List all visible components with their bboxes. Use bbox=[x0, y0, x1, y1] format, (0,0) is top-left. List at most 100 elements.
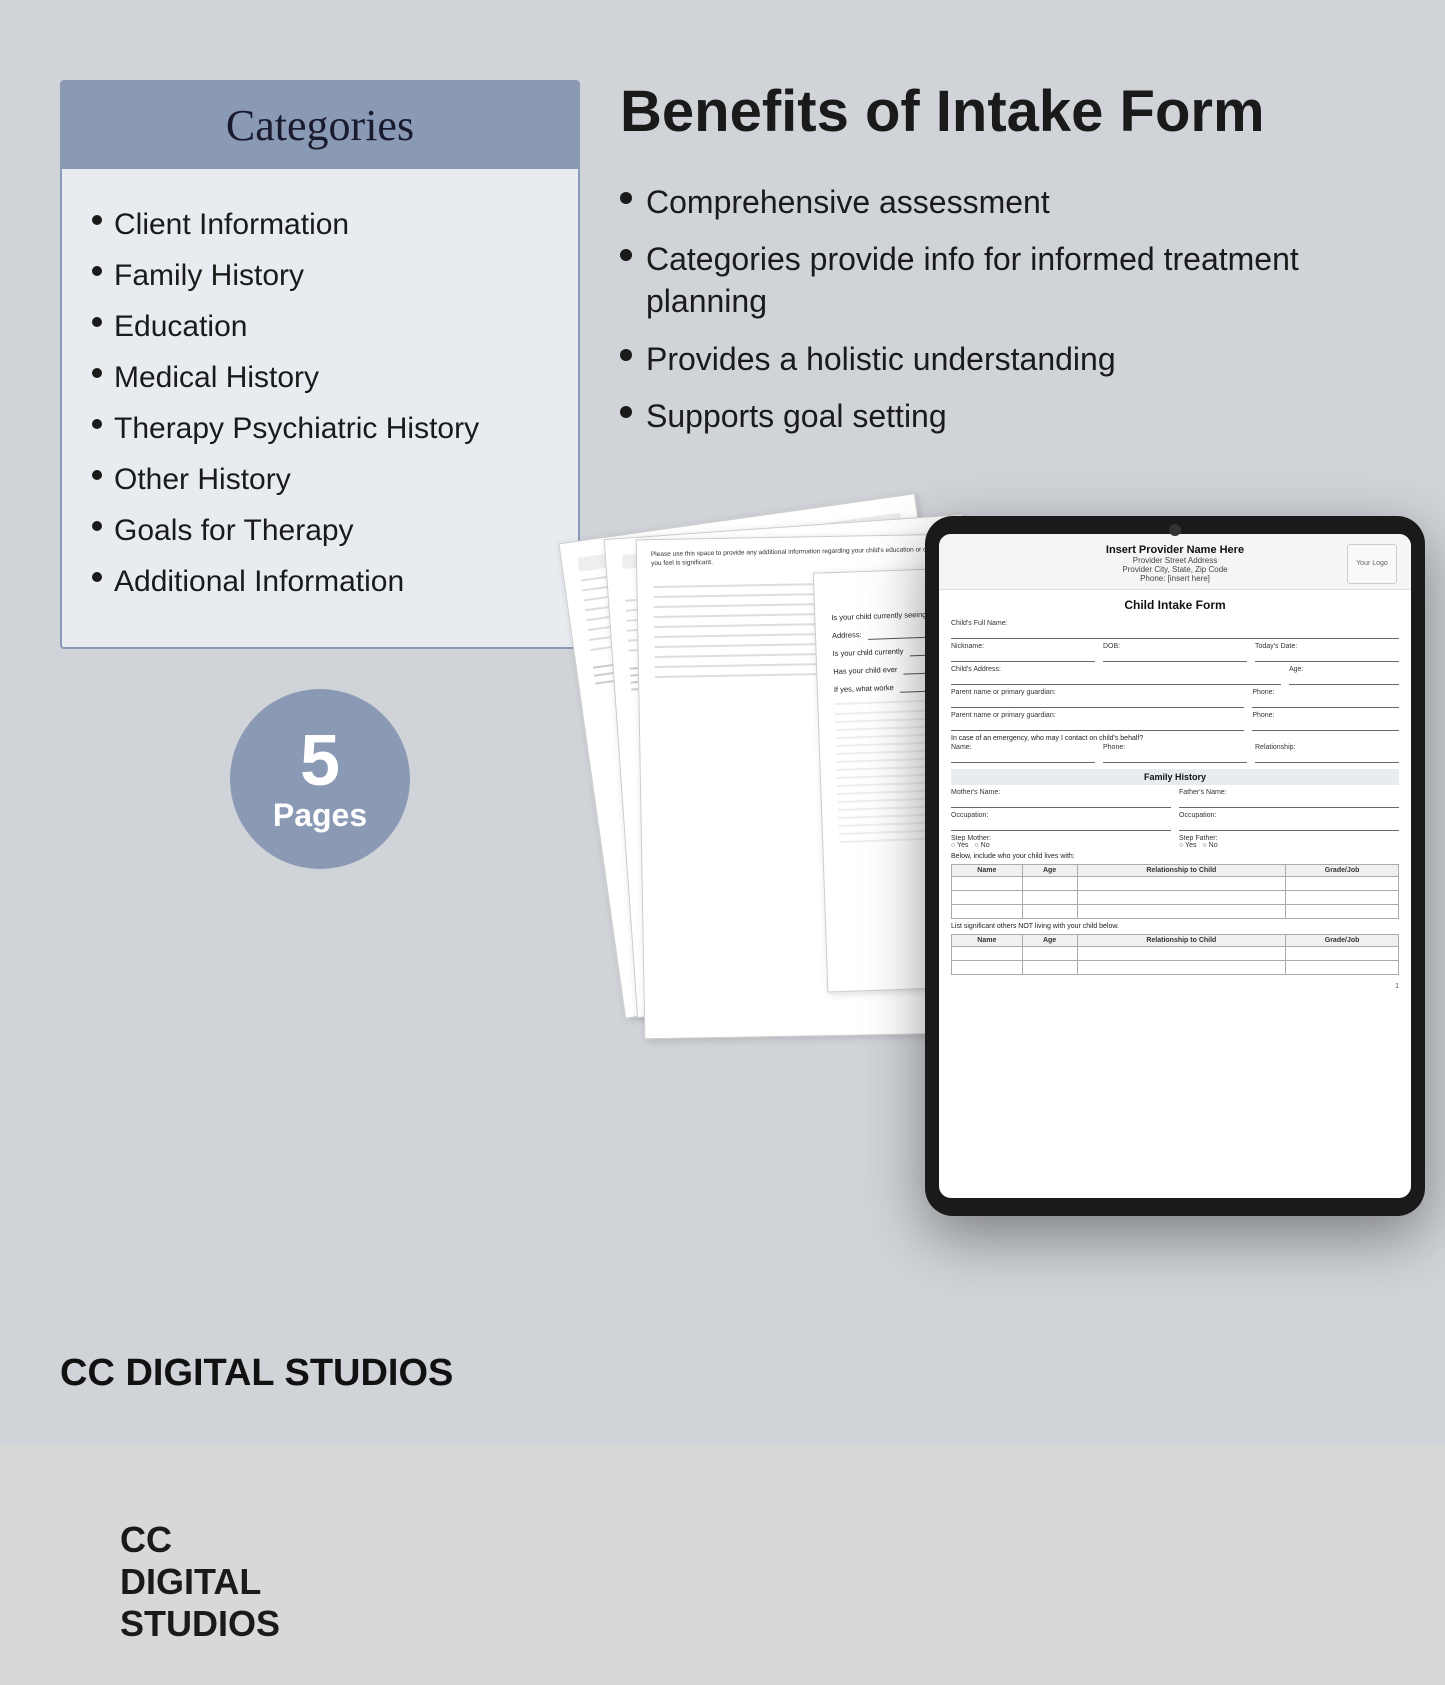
tablet-camera bbox=[1169, 524, 1181, 536]
emerg-rel-label: Relationship: bbox=[1255, 744, 1399, 751]
col-name: Name bbox=[952, 864, 1023, 876]
ever-label: Has your child ever bbox=[833, 664, 897, 675]
occ-row: Occupation: Occupation: bbox=[951, 812, 1399, 831]
tablet-form-header: Insert Provider Name Here Provider Stree… bbox=[939, 534, 1411, 590]
bullet-icon bbox=[92, 368, 102, 378]
emerg-name-field: Name: bbox=[951, 744, 1095, 763]
nickname-dob-row: Nickname: DOB: Today's Date: bbox=[951, 643, 1399, 662]
main-container: Categories Client Information Family His… bbox=[0, 0, 1445, 1445]
page-number: 1 bbox=[951, 983, 1399, 990]
categories-title: Categories bbox=[82, 100, 558, 151]
radio-no-sm: ○ No bbox=[974, 842, 989, 849]
address-label: Child's Address: bbox=[951, 666, 1281, 673]
todays-date-label: Today's Date: bbox=[1255, 643, 1399, 650]
step-mother-yesno: ○ Yes ○ No bbox=[951, 842, 1171, 849]
brand-footer: CC DIGITAL STUDIOS bbox=[60, 1352, 453, 1395]
provider-address: Provider Street Address bbox=[951, 556, 1399, 565]
parent2-row: Parent name or primary guardian: Phone: bbox=[951, 712, 1399, 731]
bullet-icon bbox=[620, 349, 632, 361]
emerg-phone-label: Phone: bbox=[1103, 744, 1247, 751]
category-label: Additional Information bbox=[114, 562, 404, 601]
list-item: Medical History bbox=[92, 352, 548, 403]
badge-area: 5 Pages bbox=[60, 689, 580, 869]
bullet-icon bbox=[620, 406, 632, 418]
parent-primary-field: Parent name or primary guardian: bbox=[951, 689, 1244, 708]
address-label: Address: bbox=[832, 629, 862, 639]
family-table-2: Name Age Relationship to Child Grade/Job bbox=[951, 934, 1399, 975]
benefit-item: Provides a holistic understanding bbox=[620, 331, 1385, 389]
benefits-title: Benefits of Intake Form bbox=[620, 80, 1385, 144]
bullet-icon bbox=[92, 419, 102, 429]
father-name-field: Father's Name: bbox=[1179, 789, 1399, 808]
emerg-rel-field: Relationship: bbox=[1255, 744, 1399, 763]
badge-pages-label: Pages bbox=[273, 797, 367, 834]
category-label: Education bbox=[114, 307, 247, 346]
documents-area: Are child's parents: Please use this spa… bbox=[620, 516, 1385, 1385]
emergency-label: In case of an emergency, who may I conta… bbox=[951, 735, 1399, 742]
category-label: Family History bbox=[114, 256, 304, 295]
col2-rel: Relationship to Child bbox=[1077, 934, 1286, 946]
parent-secondary-field: Parent name or primary guardian: bbox=[951, 712, 1244, 731]
list-item: Therapy Psychiatric History bbox=[92, 403, 548, 454]
age-field: Age: bbox=[1289, 666, 1399, 685]
category-label: Medical History bbox=[114, 358, 319, 397]
address-age-row: Child's Address: Age: bbox=[951, 666, 1399, 685]
benefit-label: Supports goal setting bbox=[646, 396, 947, 438]
table-row bbox=[952, 946, 1399, 960]
col2-age: Age bbox=[1022, 934, 1077, 946]
currently-label: Is your child currently bbox=[832, 646, 903, 657]
emerg-name-label: Name: bbox=[951, 744, 1095, 751]
table-row bbox=[952, 904, 1399, 918]
parent-phone2-field: Phone: bbox=[1252, 712, 1399, 731]
tablet-device: Insert Provider Name Here Provider Stree… bbox=[925, 516, 1425, 1216]
benefit-item: Comprehensive assessment bbox=[620, 174, 1385, 232]
lives-with-label: Below, include who your child lives with… bbox=[951, 853, 1399, 860]
bullet-icon bbox=[92, 572, 102, 582]
col-grade: Grade/Job bbox=[1286, 864, 1399, 876]
list-item: Goals for Therapy bbox=[92, 505, 548, 556]
badge-number: 5 bbox=[300, 725, 340, 797]
benefit-label: Provides a holistic understanding bbox=[646, 339, 1116, 381]
bullet-icon bbox=[92, 215, 102, 225]
left-column: Categories Client Information Family His… bbox=[60, 60, 580, 1385]
category-label: Other History bbox=[114, 460, 291, 499]
col-age: Age bbox=[1022, 864, 1077, 876]
provider-phone: Phone: [insert here] bbox=[951, 574, 1399, 583]
benefit-item: Supports goal setting bbox=[620, 388, 1385, 446]
step-mother-field: Step Mother: ○ Yes ○ No bbox=[951, 835, 1171, 849]
list-item: Family History bbox=[92, 250, 548, 301]
benefit-label: Comprehensive assessment bbox=[646, 182, 1050, 224]
category-label: Client Information bbox=[114, 205, 349, 244]
child-name-field: Child's Full Name: bbox=[951, 620, 1399, 639]
categories-list: Client Information Family History Educat… bbox=[62, 199, 578, 607]
bullet-icon bbox=[92, 521, 102, 531]
parent-primary-label: Parent name or primary guardian: bbox=[951, 689, 1244, 696]
family-history-section-title: Family History bbox=[951, 769, 1399, 785]
bullet-icon bbox=[620, 192, 632, 204]
name-row: Child's Full Name: bbox=[951, 620, 1399, 639]
bullet-icon bbox=[92, 317, 102, 327]
step-father-field: Step Father: ○ Yes ○ No bbox=[1179, 835, 1399, 849]
step-father-yesno: ○ Yes ○ No bbox=[1179, 842, 1399, 849]
radio-no-sf: ○ No bbox=[1202, 842, 1217, 849]
step-father-label: Step Father: bbox=[1179, 835, 1399, 842]
col2-grade: Grade/Job bbox=[1286, 934, 1399, 946]
parent-secondary-label: Parent name or primary guardian: bbox=[951, 712, 1244, 719]
category-label: Goals for Therapy bbox=[114, 511, 354, 550]
category-label: Therapy Psychiatric History bbox=[114, 409, 479, 448]
provider-name: Insert Provider Name Here bbox=[951, 544, 1399, 556]
tablet-logo: Your Logo bbox=[1347, 544, 1397, 584]
tablet-form-body: Child's Full Name: Nickname: bbox=[939, 616, 1411, 994]
list-item: Other History bbox=[92, 454, 548, 505]
child-name-label: Child's Full Name: bbox=[951, 620, 1399, 627]
list-item: Client Information bbox=[92, 199, 548, 250]
tablet-container: Insert Provider Name Here Provider Stree… bbox=[925, 516, 1425, 1216]
col-rel: Relationship to Child bbox=[1077, 864, 1286, 876]
dob-field: DOB: bbox=[1103, 643, 1247, 662]
father-name-label: Father's Name: bbox=[1179, 789, 1399, 796]
bullet-icon bbox=[92, 470, 102, 480]
dob-label: DOB: bbox=[1103, 643, 1247, 650]
benefits-list: Comprehensive assessment Categories prov… bbox=[620, 174, 1385, 446]
categories-box: Categories Client Information Family His… bbox=[60, 80, 580, 649]
occ-f-field: Occupation: bbox=[1179, 812, 1399, 831]
